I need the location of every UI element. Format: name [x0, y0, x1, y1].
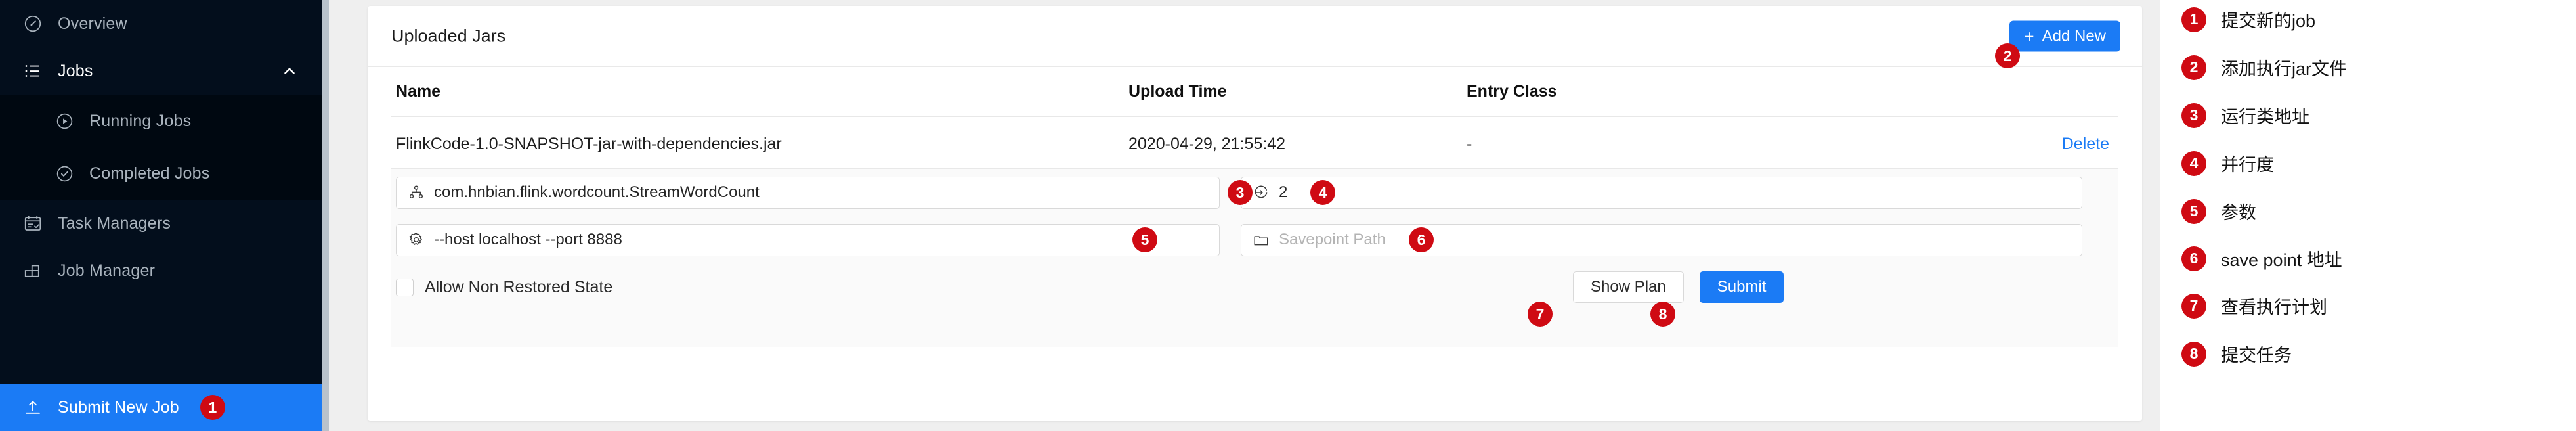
savepoint-path-input[interactable]: Savepoint Path — [1241, 223, 2082, 256]
legend-label: 提交任务 — [2221, 346, 2292, 365]
annotation-marker-6: 6 — [1409, 227, 1434, 252]
cell-entry-class: - — [1467, 134, 1472, 153]
cluster-icon — [407, 183, 425, 202]
cell-upload-time: 2020-04-29, 21:55:42 — [1128, 134, 1286, 153]
plus-icon: + — [2024, 26, 2034, 46]
jars-table: Name Upload Time Entry Class FlinkCode-1… — [391, 67, 2118, 171]
form-row-entry-parallelism: com.hnbian.flink.wordcount.StreamWordCou… — [391, 169, 2118, 216]
legend-item: 7 查看执行计划 — [2181, 293, 2327, 319]
legend-number: 2 — [2181, 55, 2206, 80]
legend-number: 1 — [2181, 7, 2206, 32]
savepoint-path-placeholder: Savepoint Path — [1279, 231, 1386, 248]
column-header-name: Name — [396, 82, 441, 101]
cell-jar-name: FlinkCode-1.0-SNAPSHOT-jar-with-dependen… — [396, 134, 782, 153]
sidebar-item-running-jobs[interactable]: Running Jobs — [0, 95, 322, 147]
app-screenshot: Overview Jobs Running Jobs Completed Job… — [0, 0, 2576, 431]
sidebar-item-label: Task Managers — [58, 214, 171, 233]
table-header-row: Name Upload Time Entry Class — [391, 67, 2118, 117]
sidebar-item-label: Overview — [58, 14, 127, 33]
check-circle-icon — [54, 163, 75, 184]
legend-label: 并行度 — [2221, 155, 2274, 175]
legend-label: 提交新的job — [2221, 11, 2316, 31]
legend-number: 5 — [2181, 198, 2206, 224]
annotation-marker-5: 5 — [1132, 227, 1157, 252]
main-content: Uploaded Jars + Add New 2 Name Upload Ti… — [329, 0, 2160, 431]
legend-item: 6 save point 地址 — [2181, 246, 2342, 271]
legend-label: 查看执行计划 — [2221, 298, 2327, 317]
checkbox-box[interactable] — [396, 278, 414, 296]
column-header-entry-class: Entry Class — [1467, 82, 1557, 101]
sidebar-item-label: Completed Jobs — [89, 164, 210, 183]
legend-number: 4 — [2181, 150, 2206, 176]
add-new-label: Add New — [2042, 27, 2106, 45]
annotation-marker-4: 4 — [1310, 180, 1335, 205]
chevron-up-icon[interactable] — [281, 62, 298, 79]
sidebar: Overview Jobs Running Jobs Completed Job… — [0, 0, 322, 431]
upload-icon — [22, 397, 43, 418]
sidebar-item-job-manager[interactable]: Job Manager — [0, 247, 322, 294]
legend-number: 3 — [2181, 102, 2206, 128]
gear-icon — [407, 231, 425, 249]
sidebar-item-task-managers[interactable]: Task Managers — [0, 200, 322, 247]
legend-label: 参数 — [2221, 203, 2256, 223]
legend-number: 8 — [2181, 341, 2206, 367]
play-circle-icon — [54, 110, 75, 131]
folder-icon — [1252, 231, 1270, 249]
legend-item: 4 并行度 — [2181, 150, 2274, 176]
sidebar-item-label: Running Jobs — [89, 111, 192, 130]
parallelism-input[interactable]: 2 — [1241, 176, 2082, 209]
legend-label: 运行类地址 — [2221, 107, 2309, 127]
task-board-icon — [22, 213, 43, 234]
entry-class-value: com.hnbian.flink.wordcount.StreamWordCou… — [434, 183, 760, 201]
sidebar-item-label: Submit New Job — [58, 397, 179, 417]
annotation-marker-2: 2 — [1995, 43, 2020, 68]
dashboard-icon — [22, 13, 43, 34]
legend-label: 添加执行jar文件 — [2221, 59, 2348, 79]
annotation-marker-7: 7 — [1528, 302, 1553, 327]
legend-number: 7 — [2181, 293, 2206, 319]
legend-item: 1 提交新的job — [2181, 7, 2315, 32]
program-arguments-value: --host localhost --port 8888 — [434, 231, 622, 248]
sidebar-item-submit-new-job[interactable]: Submit New Job 1 — [0, 384, 322, 431]
page-title: Uploaded Jars — [391, 26, 506, 46]
form-row-actions: Allow Non Restored State Show Plan Submi… — [391, 263, 2118, 327]
sidebar-item-label: Job Manager — [58, 261, 156, 280]
blocks-icon — [22, 260, 43, 281]
delete-link[interactable]: Delete — [2062, 135, 2109, 153]
list-icon — [22, 60, 43, 81]
parallelism-value: 2 — [1279, 183, 1288, 201]
sidebar-scrollbar[interactable] — [322, 0, 329, 431]
sidebar-submenu-jobs: Running Jobs Completed Jobs — [0, 95, 322, 200]
legend-label: save point 地址 — [2221, 250, 2342, 270]
allow-non-restored-state-checkbox[interactable]: Allow Non Restored State — [396, 278, 1220, 297]
annotation-marker-8: 8 — [1650, 302, 1675, 327]
form-row-args-savepoint: --host localhost --port 8888 Savepoint P… — [391, 216, 2118, 263]
add-new-button[interactable]: + Add New — [2009, 20, 2120, 52]
sidebar-item-label: Jobs — [58, 61, 93, 80]
card-header: Uploaded Jars + Add New 2 — [368, 6, 2142, 68]
allow-non-restored-state-label: Allow Non Restored State — [425, 277, 613, 296]
legend-item: 2 添加执行jar文件 — [2181, 55, 2347, 80]
uploaded-jars-card: Uploaded Jars + Add New 2 Name Upload Ti… — [368, 6, 2142, 421]
submit-button[interactable]: Submit — [1699, 271, 1784, 303]
sidebar-item-completed-jobs[interactable]: Completed Jobs — [0, 147, 322, 200]
legend-item: 3 运行类地址 — [2181, 102, 2309, 128]
form-buttons: Show Plan Submit — [1241, 271, 2082, 303]
column-header-upload-time: Upload Time — [1128, 82, 1227, 101]
annotation-marker-3: 3 — [1228, 180, 1253, 205]
annotation-legend: 1 提交新的job 2 添加执行jar文件 3 运行类地址 4 并行度 5 参数… — [2160, 0, 2576, 431]
program-arguments-input[interactable]: --host localhost --port 8888 — [396, 223, 1220, 256]
legend-item: 8 提交任务 — [2181, 341, 2292, 367]
annotation-marker-1: 1 — [200, 395, 225, 420]
legend-item: 5 参数 — [2181, 198, 2256, 224]
table-row[interactable]: FlinkCode-1.0-SNAPSHOT-jar-with-dependen… — [391, 117, 2118, 171]
login-arrow-icon — [1252, 183, 1270, 202]
sidebar-item-overview[interactable]: Overview — [0, 0, 322, 47]
show-plan-button[interactable]: Show Plan — [1573, 271, 1684, 303]
legend-number: 6 — [2181, 246, 2206, 271]
entry-class-input[interactable]: com.hnbian.flink.wordcount.StreamWordCou… — [396, 176, 1220, 209]
sidebar-item-jobs[interactable]: Jobs — [0, 47, 322, 95]
submit-job-form: com.hnbian.flink.wordcount.StreamWordCou… — [391, 168, 2118, 347]
